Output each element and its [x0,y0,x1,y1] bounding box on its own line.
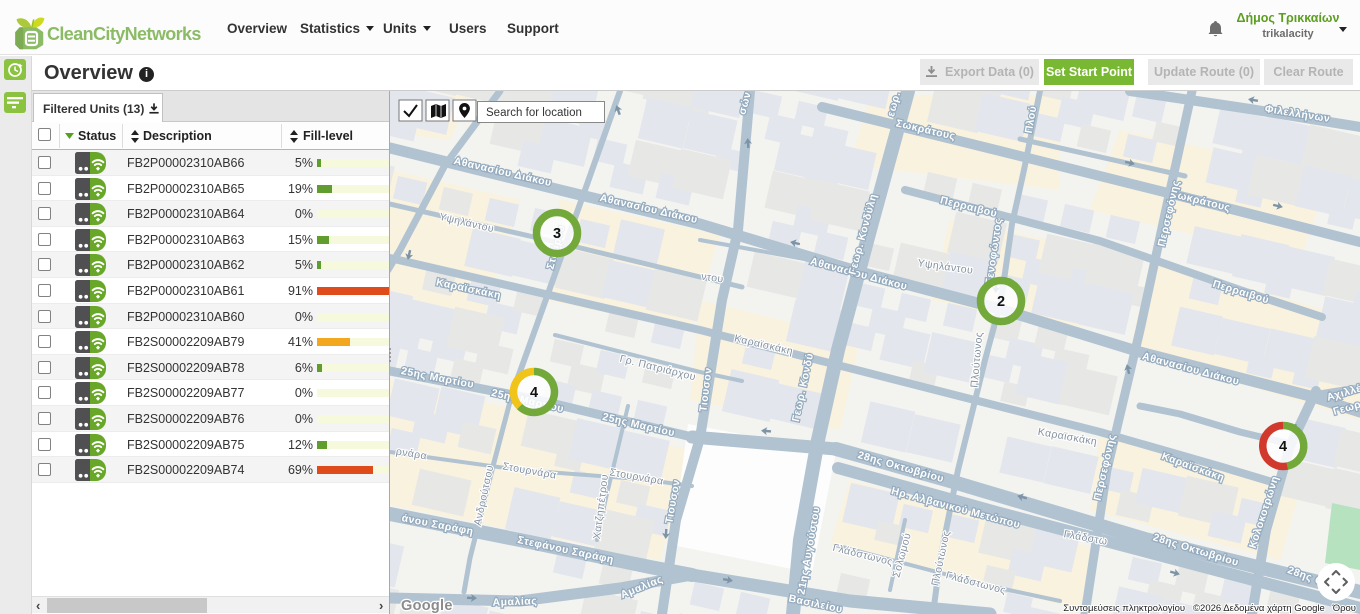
svg-text:3: 3 [553,226,561,242]
svg-text:Αμαλίας: Αμαλίας [492,595,537,609]
svg-text:2: 2 [997,294,1005,310]
svg-text:4: 4 [530,385,538,401]
svg-text:Search for location: Search for location [486,107,582,119]
svg-text:Συντομεύσεις πληκτρολογίου ©: Συντομεύσεις πληκτρολογίου ©2026 Δεδομέν… [1063,603,1356,614]
svg-text:4: 4 [1279,439,1287,455]
svg-text:Google: Google [401,598,453,614]
